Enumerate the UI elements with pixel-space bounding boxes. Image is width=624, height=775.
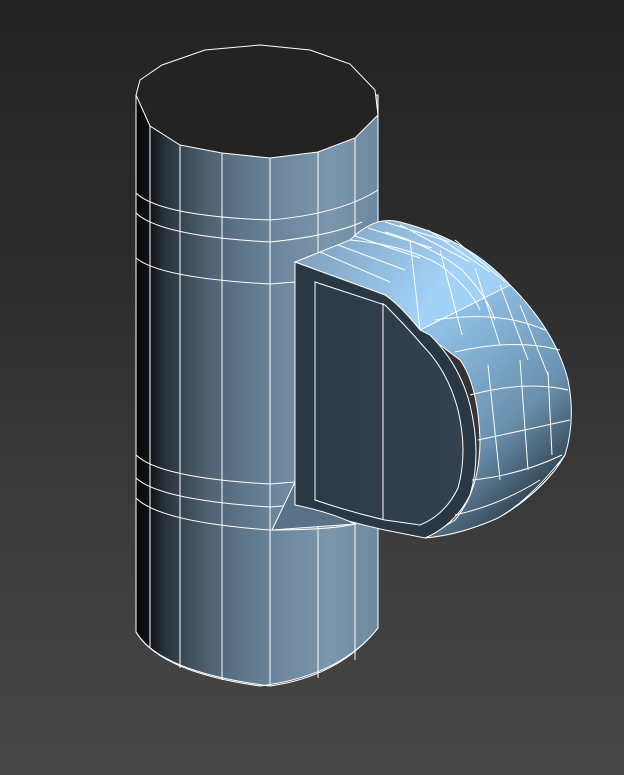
viewport-canvas[interactable] <box>0 0 624 775</box>
branch-outlet[interactable] <box>293 220 572 539</box>
3d-viewport[interactable] <box>0 0 624 775</box>
